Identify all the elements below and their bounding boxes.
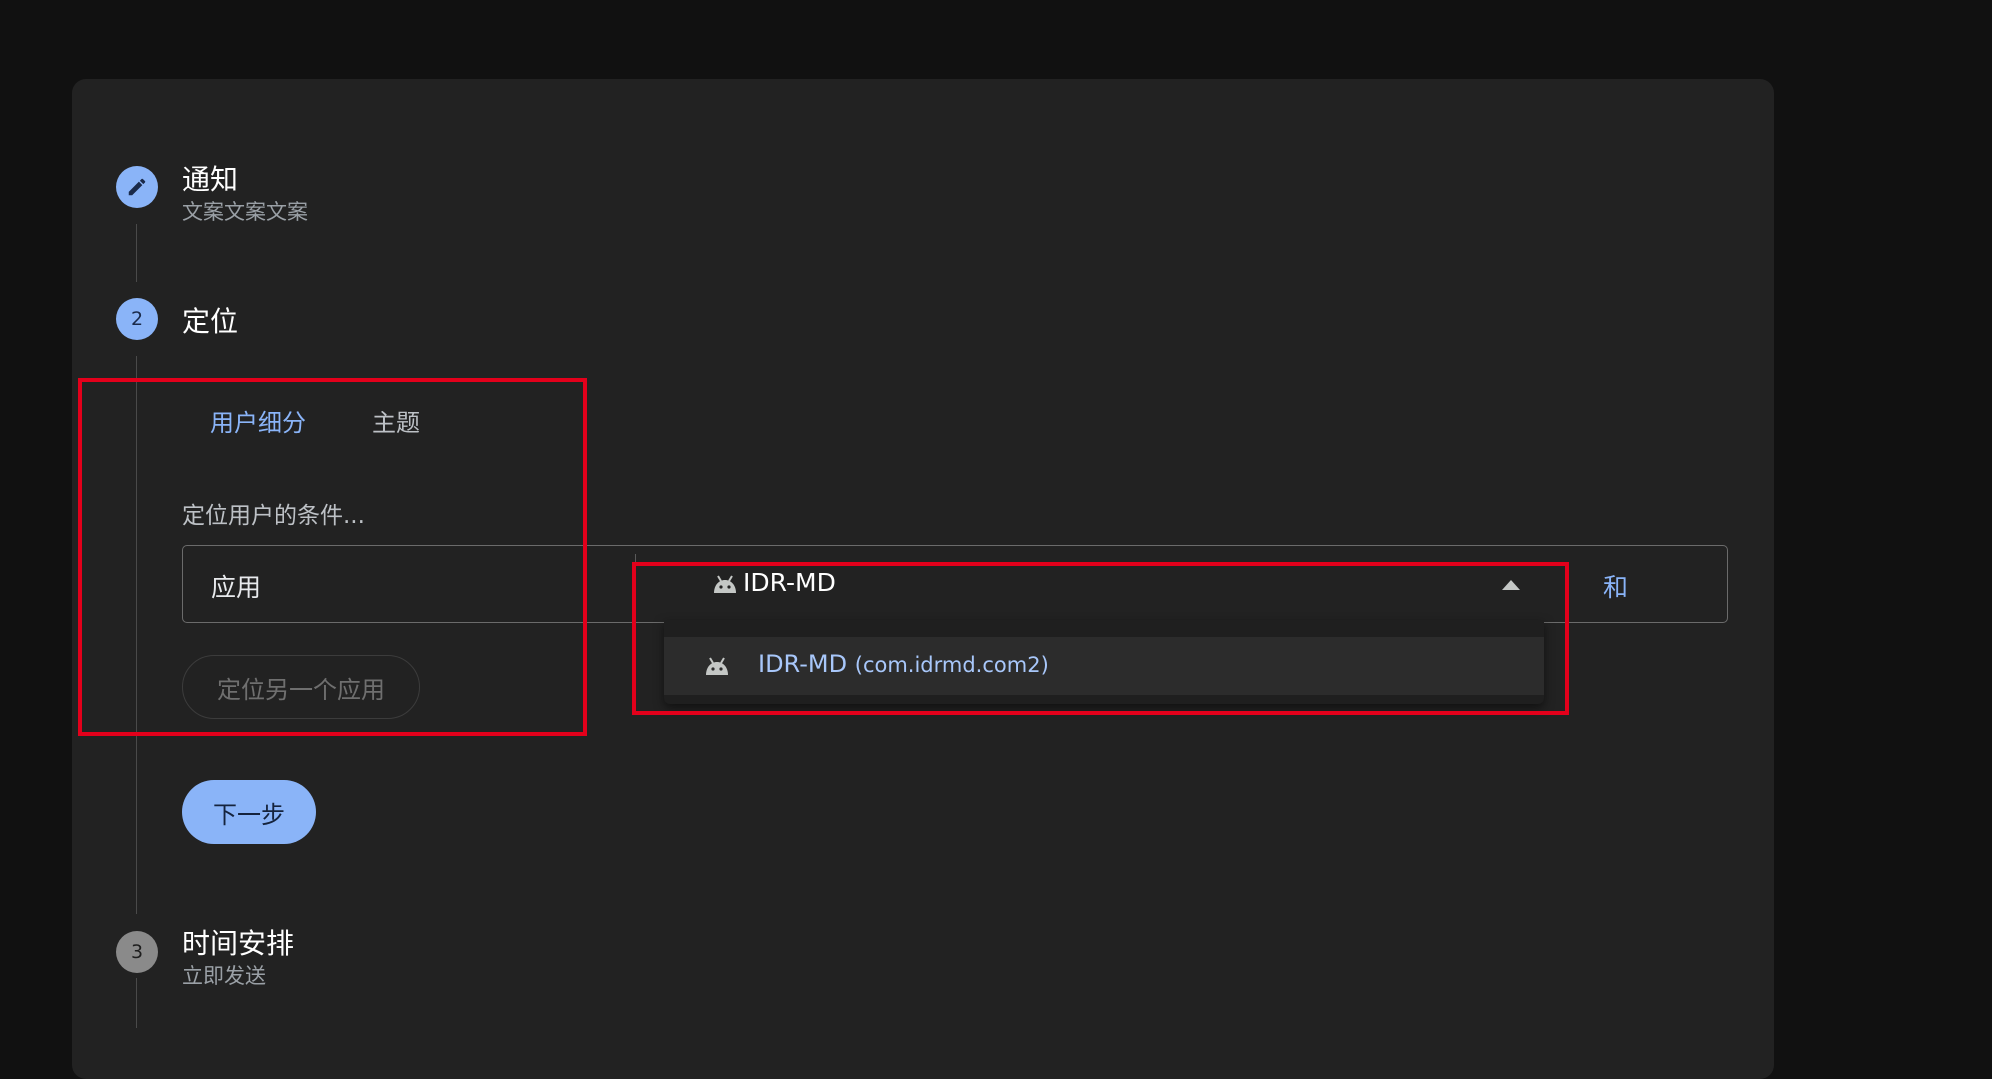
stepper-rail bbox=[136, 356, 137, 914]
option-label: IDR-MD (com.idrmd.com2) bbox=[758, 650, 1049, 678]
target-another-app-button[interactable]: 定位另一个应用 bbox=[182, 655, 420, 719]
condition-key-label: 应用 bbox=[211, 573, 262, 602]
step-3-indicator: 3 bbox=[116, 931, 158, 973]
dropdown-option-idr-md[interactable]: IDR-MD (com.idrmd.com2) bbox=[664, 637, 1544, 695]
and-button[interactable]: 和 bbox=[1603, 568, 1628, 604]
app-dropdown-menu: IDR-MD (com.idrmd.com2) bbox=[664, 620, 1544, 704]
option-app-name: IDR-MD bbox=[758, 650, 848, 678]
field-divider bbox=[635, 554, 636, 568]
android-icon bbox=[706, 657, 728, 675]
stepper-rail bbox=[136, 224, 137, 282]
condition-label: 定位用户的条件... bbox=[182, 503, 365, 529]
step-3-subtitle: 立即发送 bbox=[182, 964, 266, 988]
tab-user-segment[interactable]: 用户细分 bbox=[210, 403, 306, 438]
pencil-icon bbox=[128, 178, 146, 196]
step-1-indicator[interactable] bbox=[116, 166, 158, 208]
next-button[interactable]: 下一步 bbox=[182, 780, 316, 844]
step-1-subtitle: 文案文案文案 bbox=[182, 200, 308, 224]
option-package-name: (com.idrmd.com2) bbox=[854, 653, 1049, 677]
selected-app-value: IDR-MD bbox=[743, 568, 836, 597]
step-2-title: 定位 bbox=[182, 305, 239, 338]
android-icon bbox=[714, 575, 736, 593]
stepper-rail bbox=[136, 978, 137, 1028]
app-condition-row: 应用 IDR-MD 和 bbox=[182, 545, 1728, 623]
app-select[interactable]: IDR-MD bbox=[688, 546, 1520, 624]
step-3-title[interactable]: 时间安排 bbox=[182, 922, 294, 962]
step-2-indicator: 2 bbox=[116, 298, 158, 340]
caret-up-icon[interactable] bbox=[1502, 580, 1520, 590]
step-1-title[interactable]: 通知 bbox=[182, 158, 238, 198]
tab-topic[interactable]: 主题 bbox=[372, 403, 420, 438]
